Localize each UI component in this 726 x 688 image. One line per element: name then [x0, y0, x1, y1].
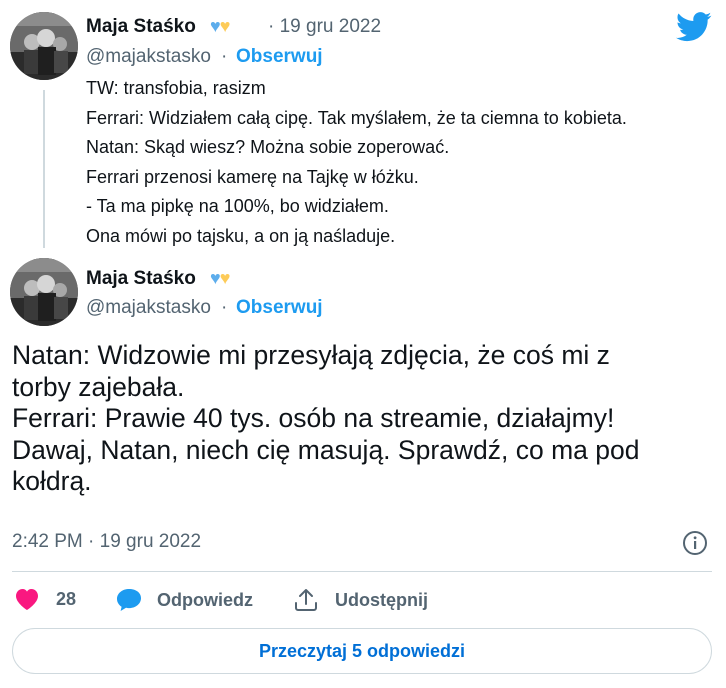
separator: · [221, 297, 228, 318]
share-label: Udostępnij [335, 589, 428, 610]
like-button[interactable]: 28 [14, 587, 76, 611]
follow-link[interactable]: Obserwuj [236, 297, 323, 319]
reply-bubble-icon [117, 589, 141, 611]
thread-connector [43, 90, 45, 248]
quoted-tweet-text: TW: transfobia, rasizm Ferrari: Widziałe… [86, 74, 627, 251]
reply-label: Odpowiedz [157, 589, 253, 610]
blue-heart-icon: ♥ [210, 268, 221, 288]
tweet-line: Dawaj, Natan, niech cię masują. Sprawdź,… [12, 434, 640, 465]
like-count: 28 [56, 588, 77, 609]
author-name[interactable]: Maja Staśko [86, 16, 196, 38]
tweet-line: kołdrą. [12, 466, 92, 496]
separator: · [221, 46, 228, 67]
info-icon[interactable] [682, 530, 708, 556]
tweet-line: Ferrari: Widziałem całą cipę. Tak myślał… [86, 107, 627, 128]
main-tweet-text: Natan: Widzowie mi przesyłają zdjęcia, ż… [12, 340, 712, 498]
share-icon [295, 589, 317, 611]
emoji-hearts: ♥♥ [210, 16, 231, 37]
tweet-line: torby zajebała. [12, 371, 185, 402]
author-handle[interactable]: @majakstasko [86, 46, 211, 68]
avatar[interactable] [10, 258, 78, 326]
share-button[interactable]: Udostępnij [293, 587, 428, 613]
author-name[interactable]: Maja Staśko [86, 268, 196, 290]
tweet-line: TW: transfobia, rasizm [86, 78, 266, 98]
avatar[interactable] [10, 12, 78, 80]
divider [12, 571, 712, 572]
tweet-line: - Ta ma pipkę na 100%, bo widziałem. [86, 196, 389, 216]
emoji-hearts: ♥♥ [210, 268, 231, 289]
yellow-heart-icon: ♥ [219, 268, 231, 288]
tweet-line: Ona mówi po tajsku, a on ją naśladuje. [86, 225, 396, 246]
tweet-line: Natan: Skąd wiesz? Można sobie zoperować… [86, 137, 450, 157]
follow-link[interactable]: Obserwuj [236, 46, 323, 68]
twitter-bird-icon[interactable] [676, 12, 712, 42]
blue-heart-icon: ♥ [210, 16, 221, 36]
tweet-line: Natan: Widzowie mi przesyłają zdjęcia, ż… [12, 340, 610, 370]
author-handle[interactable]: @majakstasko [86, 297, 211, 319]
yellow-heart-icon: ♥ [219, 16, 231, 36]
tweet-line: Ferrari przenosi kamerę na Tajkę w łóżku… [86, 166, 419, 187]
read-replies-button[interactable]: Przeczytaj 5 odpowiedzi [12, 628, 712, 674]
reply-button[interactable]: Odpowiedz [115, 587, 253, 613]
tweet-line: Ferrari: Prawie 40 tys. osób na streamie… [12, 403, 615, 433]
tweet-date[interactable]: · 19 gru 2022 [268, 16, 381, 38]
tweet-timestamp[interactable]: 2:42 PM · 19 gru 2022 [12, 531, 201, 553]
heart-icon [16, 589, 38, 610]
